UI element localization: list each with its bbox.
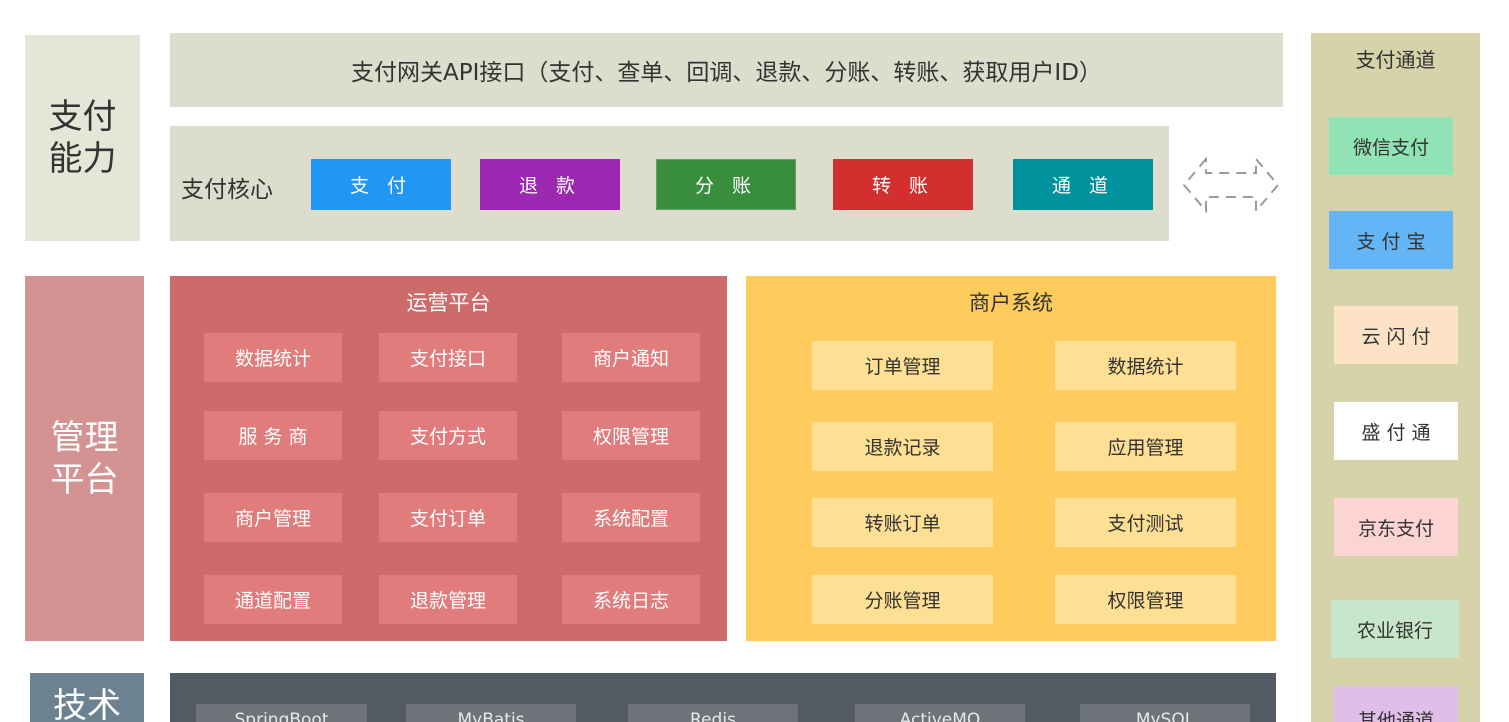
ops-item[interactable]: 权限管理 (562, 411, 700, 460)
ops-item[interactable]: 支付订单 (379, 493, 517, 542)
ops-item[interactable]: 数据统计 (204, 333, 342, 382)
ops-item[interactable]: 通道配置 (204, 575, 342, 624)
tech-item: ActiveMQ (855, 704, 1025, 722)
channel-item[interactable]: 农业银行 (1331, 600, 1459, 658)
ops-item[interactable]: 支付接口 (379, 333, 517, 382)
ops-item[interactable]: 系统日志 (562, 575, 700, 624)
ops-item[interactable]: 支付方式 (379, 411, 517, 460)
gateway-api-bar: 支付网关API接口（支付、查单、回调、退款、分账、转账、获取用户ID） (170, 33, 1283, 107)
category-tech-label: 技术 (53, 686, 121, 722)
category-pay-capability: 支付 能力 (25, 35, 140, 241)
tech-item: MyBatis (406, 704, 576, 722)
category-management: 管理 平台 (25, 276, 144, 641)
tech-item: MySQL (1080, 704, 1250, 722)
merchant-item[interactable]: 订单管理 (812, 341, 993, 390)
channel-item[interactable]: 盛 付 通 (1334, 402, 1458, 460)
merchant-item[interactable]: 退款记录 (812, 422, 993, 471)
bidirectional-arrow-icon (1182, 157, 1280, 213)
core-transfer-button[interactable]: 转 账 (833, 159, 973, 210)
category-management-label: 管理 平台 (50, 417, 119, 500)
merchant-item[interactable]: 分账管理 (812, 575, 993, 624)
ops-item[interactable]: 服 务 商 (204, 411, 342, 460)
tech-item: Redis (628, 704, 798, 722)
channel-item[interactable]: 京东支付 (1334, 498, 1458, 556)
merchant-item[interactable]: 支付测试 (1055, 498, 1236, 547)
channel-item[interactable]: 其他通道 (1334, 686, 1458, 722)
gateway-api-label: 支付网关API接口（支付、查单、回调、退款、分账、转账、获取用户ID） (351, 60, 1102, 86)
merchant-item[interactable]: 转账订单 (812, 498, 993, 547)
pay-core-title: 支付核心 (181, 177, 273, 203)
pay-channels-title: 支付通道 (1355, 48, 1436, 72)
core-split-button[interactable]: 分 账 (656, 159, 796, 210)
ops-item[interactable]: 商户管理 (204, 493, 342, 542)
ops-platform-title: 运营平台 (406, 291, 491, 315)
category-pay-capability-label: 支付 能力 (48, 97, 117, 179)
channel-item[interactable]: 微信支付 (1329, 117, 1453, 175)
core-channel-button[interactable]: 通 道 (1013, 159, 1153, 210)
tech-item: SpringBoot (196, 704, 367, 722)
core-pay-button[interactable]: 支 付 (311, 159, 451, 210)
category-tech: 技术 (30, 673, 144, 722)
ops-item[interactable]: 系统配置 (562, 493, 700, 542)
channel-item[interactable]: 支 付 宝 (1329, 211, 1453, 269)
ops-item[interactable]: 退款管理 (379, 575, 517, 624)
merchant-item[interactable]: 数据统计 (1055, 341, 1236, 390)
ops-item[interactable]: 商户通知 (562, 333, 700, 382)
merchant-system-title: 商户系统 (969, 291, 1053, 315)
merchant-item[interactable]: 权限管理 (1055, 575, 1236, 624)
channel-item[interactable]: 云 闪 付 (1334, 306, 1458, 364)
merchant-item[interactable]: 应用管理 (1055, 422, 1236, 471)
core-refund-button[interactable]: 退 款 (480, 159, 620, 210)
